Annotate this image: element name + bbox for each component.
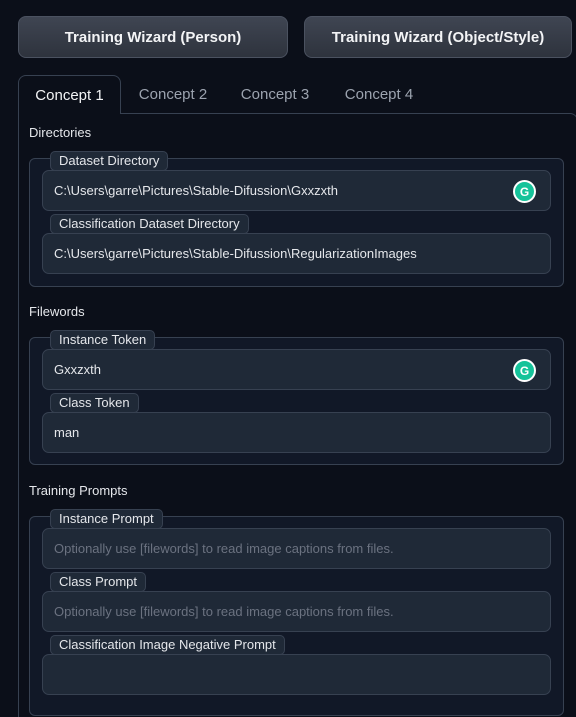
grammarly-icon[interactable]: G [513, 180, 536, 203]
filewords-group: Gxxzxth G Instance Token man Class Token [29, 330, 564, 465]
classification-dataset-directory-label: Classification Dataset Directory [50, 214, 249, 234]
instance-token-value: Gxxzxth [54, 362, 101, 377]
directories-group: C:\Users\garre\Pictures\Stable-Difussion… [29, 151, 564, 287]
class-token-field[interactable]: man [42, 412, 551, 453]
instance-prompt-input[interactable]: Optionally use [filewords] to read image… [42, 528, 551, 569]
instance-token-label: Instance Token [50, 330, 156, 350]
directories-heading: Directories [29, 125, 92, 140]
tab-concept-2[interactable]: Concept 2 [128, 75, 218, 113]
dataset-directory-value: C:\Users\garre\Pictures\Stable-Difussion… [54, 183, 338, 198]
dataset-directory-field[interactable]: C:\Users\garre\Pictures\Stable-Difussion… [42, 170, 551, 211]
filewords-heading: Filewords [29, 304, 85, 319]
training-wizard-person-button[interactable]: Training Wizard (Person) [18, 16, 288, 58]
grammarly-icon[interactable]: G [513, 359, 536, 382]
classification-negative-prompt-input[interactable] [42, 654, 551, 695]
class-prompt-label: Class Prompt [50, 572, 147, 592]
classification-dataset-directory-value: C:\Users\garre\Pictures\Stable-Difussion… [54, 246, 417, 261]
classification-dataset-directory-field[interactable]: C:\Users\garre\Pictures\Stable-Difussion… [42, 233, 551, 274]
instance-prompt-placeholder: Optionally use [filewords] to read image… [54, 541, 394, 556]
training-prompts-group: Optionally use [filewords] to read image… [29, 509, 564, 716]
class-token-label: Class Token [50, 393, 139, 413]
concept-tabs: Concept 1 Concept 2 Concept 3 Concept 4 [18, 75, 576, 114]
class-prompt-input[interactable]: Optionally use [filewords] to read image… [42, 591, 551, 632]
tab-concept-4[interactable]: Concept 4 [334, 75, 424, 113]
instance-prompt-label: Instance Prompt [50, 509, 163, 529]
instance-token-field[interactable]: Gxxzxth G [42, 349, 551, 390]
dataset-directory-label: Dataset Directory [50, 151, 169, 171]
tab-concept-3[interactable]: Concept 3 [230, 75, 320, 113]
tab-concept-1[interactable]: Concept 1 [18, 75, 121, 114]
training-wizard-object-style-button[interactable]: Training Wizard (Object/Style) [304, 16, 572, 58]
training-prompts-heading: Training Prompts [29, 483, 128, 498]
class-prompt-placeholder: Optionally use [filewords] to read image… [54, 604, 394, 619]
classification-negative-prompt-label: Classification Image Negative Prompt [50, 635, 285, 655]
concept-panel: Directories C:\Users\garre\Pictures\Stab… [18, 113, 576, 717]
class-token-value: man [54, 425, 80, 440]
